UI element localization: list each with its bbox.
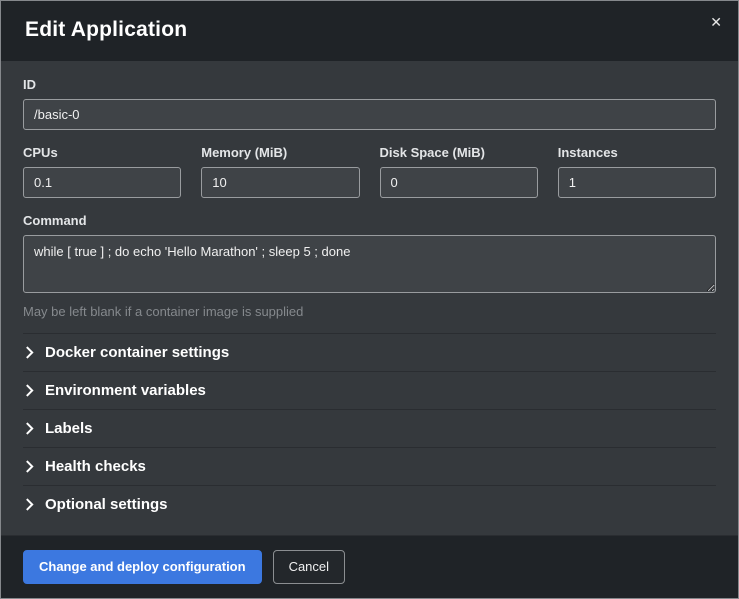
- instances-input[interactable]: [558, 167, 716, 198]
- section-optional-settings[interactable]: Optional settings: [23, 485, 716, 523]
- section-label: Health checks: [45, 458, 146, 475]
- modal-header: Edit Application ✕: [1, 1, 738, 61]
- modal-title: Edit Application: [25, 18, 714, 42]
- instances-field-group: Instances: [558, 145, 716, 198]
- id-field-group: ID: [23, 77, 716, 130]
- chevron-right-icon: [25, 346, 34, 359]
- cpus-label: CPUs: [23, 145, 181, 160]
- modal-body: ID CPUs Memory (MiB) Disk Space (MiB) In…: [1, 61, 738, 535]
- section-labels[interactable]: Labels: [23, 409, 716, 447]
- chevron-right-icon: [25, 384, 34, 397]
- change-and-deploy-button[interactable]: Change and deploy configuration: [23, 550, 262, 584]
- section-label: Docker container settings: [45, 344, 229, 361]
- chevron-right-icon: [25, 460, 34, 473]
- command-help-text: May be left blank if a container image i…: [23, 304, 716, 319]
- close-icon[interactable]: ✕: [710, 15, 722, 29]
- section-label: Labels: [45, 420, 93, 437]
- disk-label: Disk Space (MiB): [380, 145, 538, 160]
- command-label: Command: [23, 213, 716, 228]
- cpus-input[interactable]: [23, 167, 181, 198]
- command-textarea[interactable]: while [ true ] ; do echo 'Hello Marathon…: [23, 235, 716, 293]
- edit-application-modal: Edit Application ✕ ID CPUs Memory (MiB) …: [0, 0, 739, 599]
- section-environment-variables[interactable]: Environment variables: [23, 371, 716, 409]
- disk-field-group: Disk Space (MiB): [380, 145, 538, 198]
- memory-field-group: Memory (MiB): [201, 145, 359, 198]
- command-field-group: Command while [ true ] ; do echo 'Hello …: [23, 213, 716, 319]
- cpus-field-group: CPUs: [23, 145, 181, 198]
- resources-row: CPUs Memory (MiB) Disk Space (MiB) Insta…: [23, 145, 716, 198]
- chevron-right-icon: [25, 498, 34, 511]
- modal-footer: Change and deploy configuration Cancel: [1, 535, 738, 598]
- disk-input[interactable]: [380, 167, 538, 198]
- memory-input[interactable]: [201, 167, 359, 198]
- id-input[interactable]: [23, 99, 716, 130]
- id-label: ID: [23, 77, 716, 92]
- collapsible-sections: Docker container settings Environment va…: [23, 333, 716, 523]
- instances-label: Instances: [558, 145, 716, 160]
- cancel-button[interactable]: Cancel: [273, 550, 345, 584]
- section-docker-container-settings[interactable]: Docker container settings: [23, 333, 716, 371]
- section-label: Optional settings: [45, 496, 168, 513]
- chevron-right-icon: [25, 422, 34, 435]
- section-health-checks[interactable]: Health checks: [23, 447, 716, 485]
- memory-label: Memory (MiB): [201, 145, 359, 160]
- section-label: Environment variables: [45, 382, 206, 399]
